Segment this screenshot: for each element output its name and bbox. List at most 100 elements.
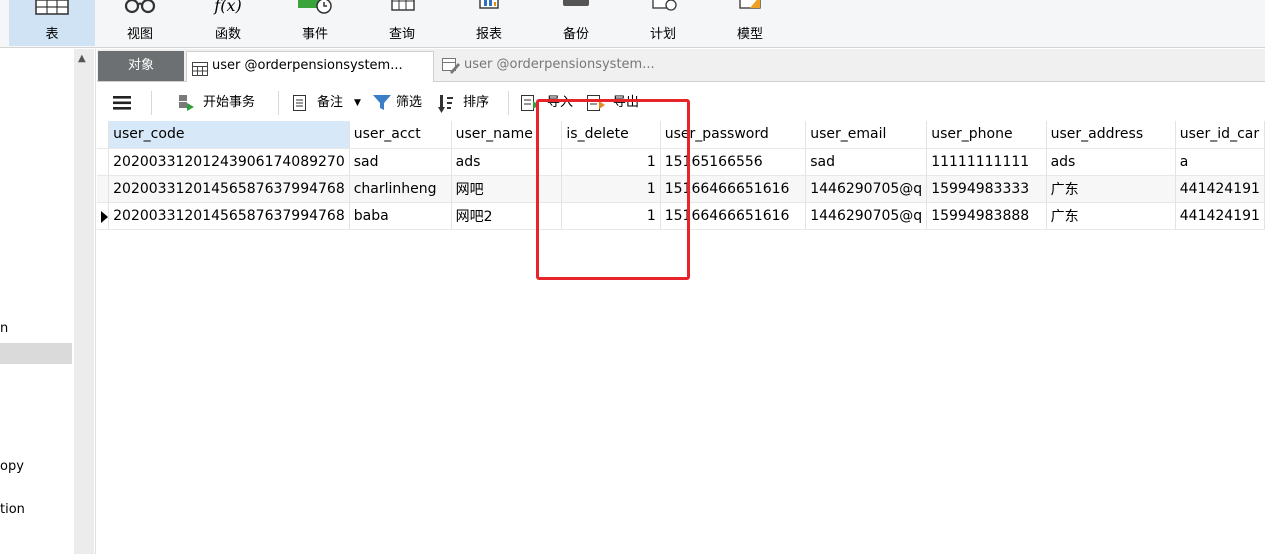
table-cell[interactable]: 20200331201243906174089270 [108,148,350,176]
column-header[interactable]: user_phone [926,121,1047,149]
ribbon-backup-button[interactable]: 备份 [540,0,612,46]
toolbar-label: 导出 [613,95,640,110]
table-cell[interactable]: 15994983333 [926,175,1047,203]
sort-button[interactable]: 排序 [438,93,496,113]
current-row-arrow-icon [101,210,108,223]
ribbon-query-button[interactable]: 查询 [366,0,438,46]
data-grid: user_code user_acct user_name is_delete … [97,121,1265,554]
tab-objects[interactable]: 对象 [98,51,184,81]
begin-transaction-button[interactable]: 开始事务 [177,93,267,113]
nav-item[interactable]: n [0,321,8,336]
table-cell[interactable]: 广东 [1046,175,1176,203]
scroll-up-arrow-icon[interactable]: ▲ [78,53,86,64]
table-row[interactable]: 20200331201456587637994768 baba 网吧2 1 15… [97,202,1265,230]
filter-button[interactable]: 筛选 [373,93,431,113]
design-table-icon [442,57,460,85]
table-cell[interactable]: 网吧 [451,175,563,203]
toolbar-label: 筛选 [396,95,423,110]
table-cell[interactable]: 1 [561,175,661,203]
table-cell[interactable]: a [1175,148,1265,176]
table-cell[interactable]: 441424191 [1175,202,1265,230]
report-chart-icon [471,0,507,20]
row-selector-header[interactable] [97,121,110,149]
table-cell[interactable]: 441424191 [1175,175,1265,203]
nav-item[interactable]: opy [0,459,24,474]
table-cell[interactable]: 1446290705@q [805,175,928,203]
table-cell[interactable]: 11111111111 [926,148,1047,176]
ribbon-label: 计划 [649,27,676,42]
records-table: user_code user_acct user_name is_delete … [97,121,1265,230]
table-cell[interactable]: 15166466651616 [660,202,807,230]
column-header[interactable]: is_delete [561,121,661,149]
toolbar-separator [278,91,279,115]
table-cell[interactable]: 15165166556 [660,148,807,176]
table-cell[interactable]: 1 [561,202,661,230]
event-clock-icon [295,0,335,20]
header-row: user_code user_acct user_name is_delete … [97,121,1265,149]
ribbon-toolbar: 表 视图 f(x) 函数 事件 查询 报表 备份 计划 模型 [0,0,1265,48]
toolbar-label: 排序 [463,95,490,110]
toolbar-label: 开始事务 [203,95,256,110]
memo-note-icon [292,95,308,118]
view-glasses-icon [122,0,158,20]
ribbon-schedule-button[interactable]: 计划 [627,0,699,46]
table-row[interactable]: 20200331201243906174089270 sad ads 1 151… [97,148,1265,176]
ribbon-label: 视图 [126,27,153,42]
column-header[interactable]: user_address [1046,121,1176,149]
column-header[interactable]: user_email [805,121,928,149]
backup-icon [558,0,594,20]
tab-strip: 对象 user @orderpensionsystem... user @ord… [97,49,1265,82]
table-cell[interactable]: charlinheng [349,175,452,203]
ribbon-report-button[interactable]: 报表 [453,0,525,46]
nav-item[interactable]: tion [0,502,25,517]
memo-button[interactable]: 备注 ▼ [292,93,364,113]
table-cell[interactable]: baba [349,202,452,230]
column-header[interactable]: user_id_car [1175,121,1265,149]
column-header[interactable]: user_acct [349,121,452,149]
table-cell[interactable]: sad [805,148,928,176]
table-cell[interactable]: ads [1046,148,1176,176]
ribbon-model-button[interactable]: 模型 [714,0,786,46]
hamburger-menu-icon [113,95,131,118]
tab-label: user @orderpensionsystem... [464,57,655,72]
function-fx-icon: f(x) [214,0,242,15]
import-icon [521,95,539,118]
ribbon-view-button[interactable]: 视图 [104,0,176,46]
table-cell[interactable]: 15166466651616 [660,175,807,203]
import-button[interactable]: 导入 [521,93,579,113]
table-cell[interactable]: sad [349,148,452,176]
table-cell[interactable]: 1 [561,148,661,176]
ribbon-event-button[interactable]: 事件 [279,0,351,46]
tab-user-table-design[interactable]: user @orderpensionsystem... [436,51,696,81]
table-row[interactable]: 20200331201456587637994768 charlinheng 网… [97,175,1265,203]
ribbon-function-button[interactable]: f(x) 函数 [192,0,264,46]
query-grid-icon [384,0,420,20]
transaction-icon [177,95,195,118]
navicat-window: 表 视图 f(x) 函数 事件 查询 报表 备份 计划 模型 n opy tio… [0,0,1265,554]
table-cell[interactable]: 1446290705@q [805,202,928,230]
toolbar-separator [151,91,152,115]
table-cell[interactable]: 15994983888 [926,202,1047,230]
table-cell[interactable]: 20200331201456587637994768 [108,175,350,203]
nav-scrollbar[interactable] [74,49,94,554]
row-selector[interactable] [97,202,110,230]
export-button[interactable]: 导出 [587,93,645,113]
menu-button[interactable] [113,93,133,113]
export-icon [587,95,605,118]
ribbon-table-button[interactable]: 表 [9,0,95,46]
chevron-down-icon: ▼ [354,98,361,108]
row-selector[interactable] [97,148,110,176]
column-header[interactable]: user_name [451,121,563,149]
nav-selected-row[interactable] [0,343,72,364]
table-cell[interactable]: 20200331201456587637994768 [108,202,350,230]
ribbon-label: 模型 [736,27,763,42]
column-header[interactable]: user_password [660,121,807,149]
table-cell[interactable]: ads [451,148,563,176]
table-cell[interactable]: 网吧2 [451,202,563,230]
ribbon-label: 事件 [301,27,328,42]
ribbon-label: 报表 [475,27,502,42]
tab-user-table-data[interactable]: user @orderpensionsystem... [186,51,434,82]
table-cell[interactable]: 广东 [1046,202,1176,230]
column-header[interactable]: user_code [108,121,350,149]
row-selector[interactable] [97,175,110,203]
